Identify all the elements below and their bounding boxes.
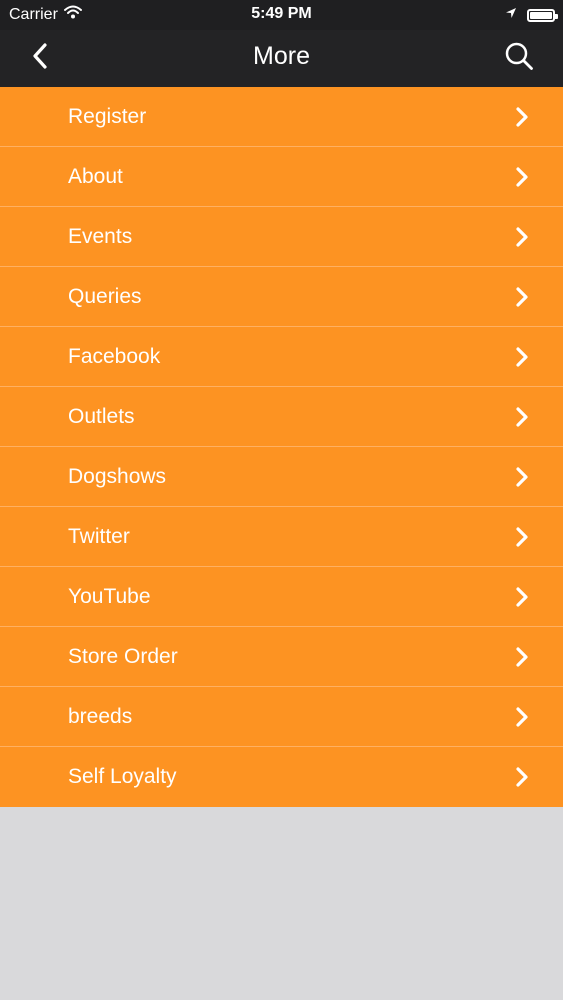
menu-item-facebook[interactable]: Facebook — [0, 327, 563, 387]
search-button[interactable] — [501, 40, 537, 76]
chevron-right-icon — [515, 527, 529, 547]
battery-icon — [527, 8, 558, 22]
menu-item-label: Register — [68, 105, 147, 128]
chevron-right-icon — [515, 167, 529, 187]
menu-item-label: About — [68, 165, 123, 188]
menu-item-label: Facebook — [68, 345, 161, 368]
chevron-right-icon — [515, 407, 529, 427]
menu-item-label: Twitter — [68, 525, 130, 548]
menu-item-label: breeds — [68, 705, 133, 728]
menu-item-self-loyalty[interactable]: Self Loyalty — [0, 747, 563, 807]
page-title: More — [253, 42, 310, 70]
chevron-right-icon — [515, 467, 529, 487]
menu-item-dogshows[interactable]: Dogshows — [0, 447, 563, 507]
menu-item-label: Dogshows — [68, 465, 167, 488]
navigation-bar: More — [0, 30, 563, 87]
menu-item-queries[interactable]: Queries — [0, 267, 563, 327]
chevron-right-icon — [515, 347, 529, 367]
menu-item-twitter[interactable]: Twitter — [0, 507, 563, 567]
chevron-right-icon — [515, 767, 529, 787]
chevron-right-icon — [515, 227, 529, 247]
menu-item-store-order[interactable]: Store Order — [0, 627, 563, 687]
chevron-right-icon — [515, 107, 529, 127]
menu-item-label: Events — [68, 225, 133, 248]
menu-item-label: Queries — [68, 285, 142, 308]
chevron-right-icon — [515, 707, 529, 727]
menu-item-label: Self Loyalty — [68, 765, 177, 788]
chevron-right-icon — [515, 287, 529, 307]
menu-item-breeds[interactable]: breeds — [0, 687, 563, 747]
status-right — [505, 6, 558, 24]
menu-item-label: YouTube — [68, 585, 151, 608]
menu-item-outlets[interactable]: Outlets — [0, 387, 563, 447]
menu-item-register[interactable]: Register — [0, 87, 563, 147]
battery-level — [530, 11, 552, 19]
menu-item-about[interactable]: About — [0, 147, 563, 207]
menu-item-label: Store Order — [68, 645, 178, 668]
chevron-right-icon — [515, 587, 529, 607]
menu-item-label: Outlets — [68, 405, 135, 428]
chevron-right-icon — [515, 647, 529, 667]
location-arrow-icon — [505, 6, 517, 24]
status-time: 5:49 PM — [251, 5, 312, 22]
more-menu-list: Register About Events Queries Facebook Outlet… — [0, 87, 563, 807]
search-icon — [504, 41, 534, 76]
menu-item-events[interactable]: Events — [0, 207, 563, 267]
menu-item-youtube[interactable]: YouTube — [0, 567, 563, 627]
status-bar: Carrier 5:49 PM — [0, 0, 563, 30]
